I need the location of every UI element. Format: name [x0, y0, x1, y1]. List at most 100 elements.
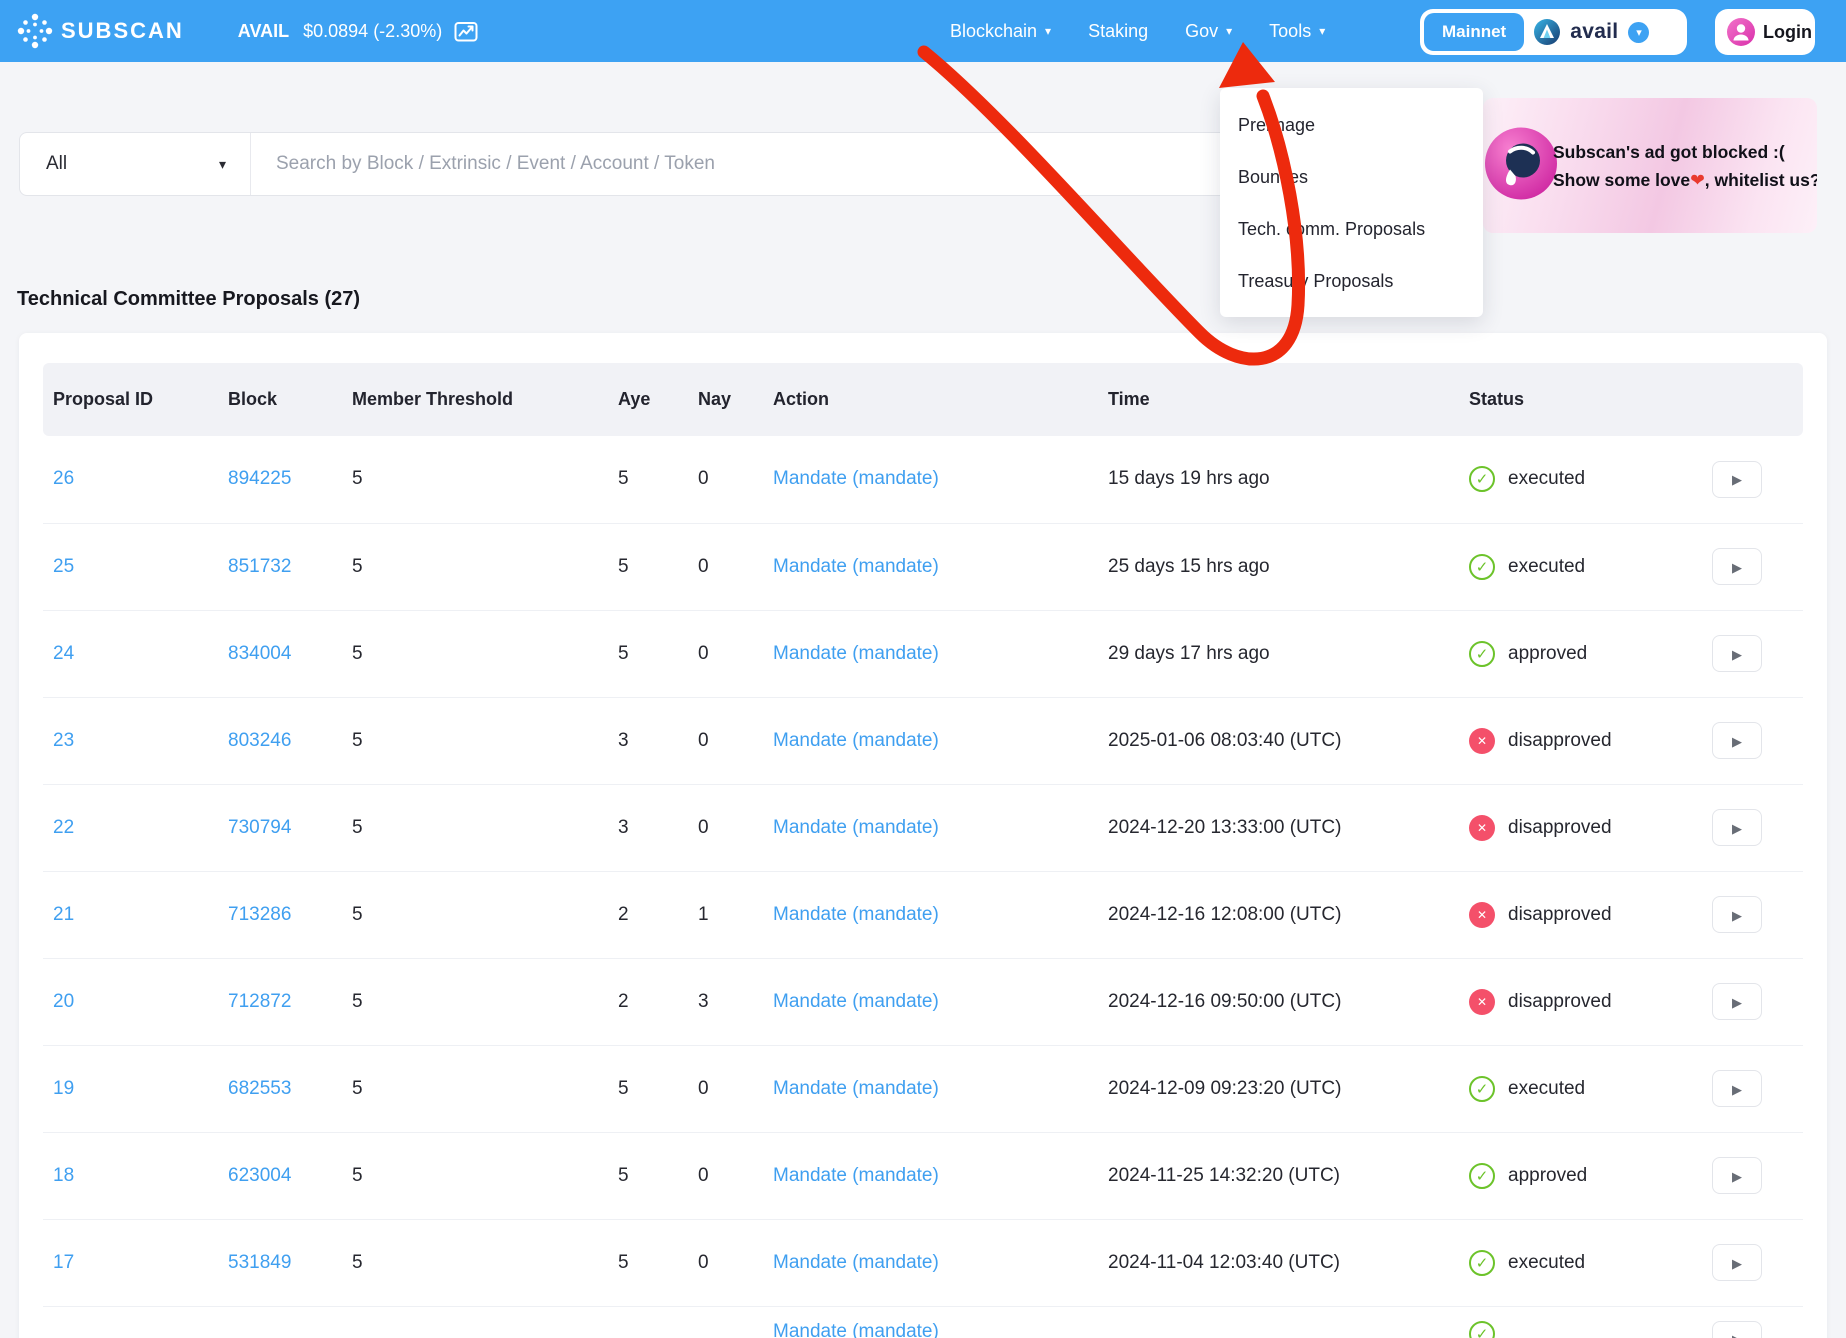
- nay-value: 0: [688, 1045, 763, 1132]
- table-row: 26 894225 5 5 0 Mandate (mandate) 15 day…: [43, 436, 1803, 523]
- ad-line-1: Subscan's ad got blocked :(: [1553, 138, 1817, 166]
- member-threshold-value: 5: [342, 523, 608, 610]
- expand-row-button[interactable]: ▶: [1712, 635, 1762, 672]
- nav-item-tools[interactable]: Tools ▾: [1269, 21, 1325, 42]
- user-avatar-icon: [1727, 18, 1755, 46]
- block-link[interactable]: 682553: [228, 1078, 291, 1099]
- nay-value: 0: [688, 610, 763, 697]
- col-header-nay: Nay: [688, 363, 763, 436]
- expand-row-button[interactable]: ▶: [1712, 548, 1762, 585]
- proposal-id-link[interactable]: 25: [53, 556, 74, 577]
- block-link[interactable]: 851732: [228, 556, 291, 577]
- table-row: 21 713286 5 2 1 Mandate (mandate) 2024-1…: [43, 871, 1803, 958]
- member-threshold-value: 5: [342, 436, 608, 523]
- expand-row-button[interactable]: ▶: [1712, 896, 1762, 933]
- expand-row-button[interactable]: ▶: [1712, 461, 1762, 498]
- action-link[interactable]: Mandate (mandate): [773, 991, 939, 1012]
- proposal-id-link[interactable]: 17: [53, 1252, 74, 1273]
- price-chart-icon[interactable]: [454, 20, 478, 42]
- proposal-id-link[interactable]: 21: [53, 904, 74, 925]
- expand-row-button[interactable]: ▶: [1712, 1157, 1762, 1194]
- table-header-row: Proposal ID Block Member Threshold Aye N…: [43, 363, 1803, 436]
- proposals-tbody: 26 894225 5 5 0 Mandate (mandate) 15 day…: [43, 436, 1803, 1338]
- gov-dropdown-menu: Preimage Bounties Tech. comm. Proposals …: [1220, 88, 1483, 317]
- main-menu: Blockchain ▾ Staking Gov ▾ Tools ▾: [950, 0, 1325, 62]
- status-icon: ✓: [1469, 554, 1495, 580]
- nay-value: 0: [688, 1219, 763, 1306]
- action-link[interactable]: Mandate (mandate): [773, 468, 939, 489]
- status-badge: ✓: [1469, 1321, 1702, 1338]
- nay-value: 0: [688, 1132, 763, 1219]
- table-row: 23 803246 5 3 0 Mandate (mandate) 2025-0…: [43, 697, 1803, 784]
- proposal-id-link[interactable]: 23: [53, 730, 74, 751]
- block-link[interactable]: 834004: [228, 643, 291, 664]
- action-link[interactable]: Mandate (mandate): [773, 1078, 939, 1099]
- expand-icon: ▶: [1732, 995, 1742, 1011]
- proposal-id-link[interactable]: 20: [53, 991, 74, 1012]
- nav-item-blockchain[interactable]: Blockchain ▾: [950, 21, 1051, 42]
- status-badge: ✓ executed: [1469, 1250, 1702, 1276]
- menu-item-tech-comm-proposals[interactable]: Tech. comm. Proposals: [1220, 203, 1483, 255]
- proposal-id-link[interactable]: 24: [53, 643, 74, 664]
- expand-row-button[interactable]: ▶: [1712, 1070, 1762, 1107]
- proposal-id-link[interactable]: 19: [53, 1078, 74, 1099]
- search-filter-select[interactable]: All ▾: [20, 133, 251, 195]
- nay-value: 0: [688, 436, 763, 523]
- subscan-logo-icon[interactable]: [16, 13, 54, 49]
- action-link[interactable]: Mandate (mandate): [773, 817, 939, 838]
- status-icon: ✕: [1469, 989, 1495, 1015]
- status-label: disapproved: [1508, 904, 1612, 926]
- expand-row-button[interactable]: ▶: [1712, 809, 1762, 846]
- chevron-down-icon: ▾: [1045, 25, 1051, 37]
- proposal-id-link[interactable]: 18: [53, 1165, 74, 1186]
- chevron-down-icon: ▾: [219, 156, 226, 173]
- action-link[interactable]: Mandate (mandate): [773, 643, 939, 664]
- nav-item-gov[interactable]: Gov ▾: [1185, 21, 1232, 42]
- action-link[interactable]: Mandate (mandate): [773, 1321, 939, 1338]
- menu-item-bounties[interactable]: Bounties: [1220, 151, 1483, 203]
- aye-value: 3: [608, 697, 688, 784]
- login-button[interactable]: Login: [1715, 9, 1815, 55]
- action-link[interactable]: Mandate (mandate): [773, 904, 939, 925]
- action-link[interactable]: Mandate (mandate): [773, 556, 939, 577]
- block-link[interactable]: 894225: [228, 468, 291, 489]
- block-link[interactable]: 730794: [228, 817, 291, 838]
- menu-item-preimage[interactable]: Preimage: [1220, 99, 1483, 151]
- brand-name[interactable]: SUBSCAN: [61, 18, 184, 44]
- ad-banner[interactable]: Subscan's ad got blocked :( Show some lo…: [1483, 98, 1817, 233]
- proposal-id-link[interactable]: 22: [53, 817, 74, 838]
- action-link[interactable]: Mandate (mandate): [773, 1252, 939, 1273]
- aye-value: 3: [608, 784, 688, 871]
- member-threshold-value: 5: [342, 1045, 608, 1132]
- table-row: 17 531849 5 5 0 Mandate (mandate) 2024-1…: [43, 1219, 1803, 1306]
- block-link[interactable]: 803246: [228, 730, 291, 751]
- expand-row-button[interactable]: ▶: [1712, 1321, 1762, 1338]
- block-link[interactable]: 713286: [228, 904, 291, 925]
- status-icon: ✕: [1469, 902, 1495, 928]
- nav-item-staking[interactable]: Staking: [1088, 21, 1148, 42]
- proposal-id-link[interactable]: 26: [53, 468, 74, 489]
- status-icon: ✓: [1469, 1163, 1495, 1189]
- block-link[interactable]: 531849: [228, 1252, 291, 1273]
- table-row: Mandate (mandate) ✓ ▶: [43, 1306, 1803, 1338]
- aye-value: 5: [608, 1132, 688, 1219]
- block-link[interactable]: 623004: [228, 1165, 291, 1186]
- action-link[interactable]: Mandate (mandate): [773, 730, 939, 751]
- block-link[interactable]: 712872: [228, 991, 291, 1012]
- expand-icon: ▶: [1732, 734, 1742, 750]
- status-icon: ✓: [1469, 1321, 1495, 1338]
- action-link[interactable]: Mandate (mandate): [773, 1165, 939, 1186]
- mainnet-button[interactable]: Mainnet: [1424, 13, 1524, 51]
- heart-icon: ❤: [1690, 170, 1705, 190]
- network-chevron-icon[interactable]: ▾: [1628, 22, 1649, 43]
- expand-icon: ▶: [1732, 908, 1742, 924]
- menu-item-treasury-proposals[interactable]: Treasury Proposals: [1220, 255, 1483, 307]
- expand-row-button[interactable]: ▶: [1712, 983, 1762, 1020]
- col-header-action: Action: [763, 363, 1098, 436]
- expand-row-button[interactable]: ▶: [1712, 722, 1762, 759]
- expand-row-button[interactable]: ▶: [1712, 1244, 1762, 1281]
- network-name[interactable]: avail: [1570, 20, 1618, 44]
- time-value: 2024-11-04 12:03:40 (UTC): [1098, 1219, 1459, 1306]
- member-threshold-value: 5: [342, 784, 608, 871]
- status-label: disapproved: [1508, 730, 1612, 752]
